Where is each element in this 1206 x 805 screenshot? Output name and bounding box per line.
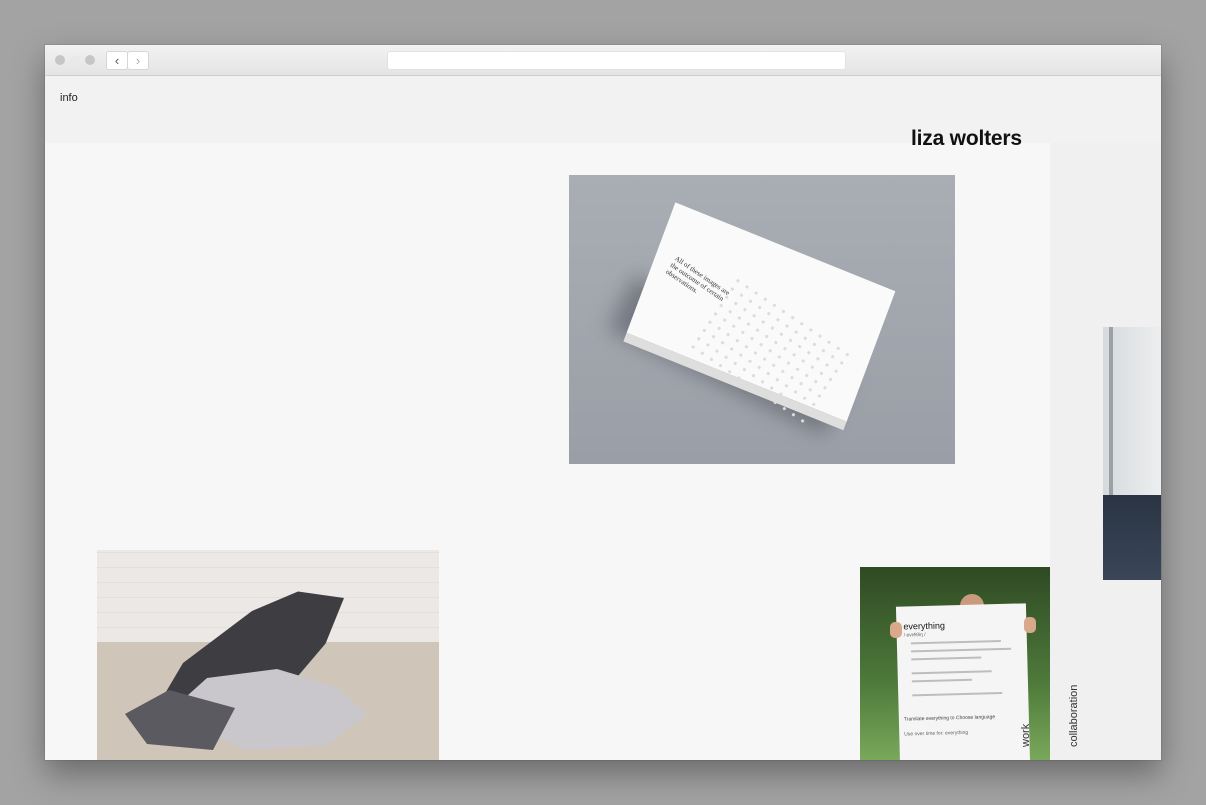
address-bar[interactable]	[387, 51, 846, 70]
right-hand	[1024, 617, 1036, 633]
window-frame	[1109, 327, 1113, 495]
book-photo[interactable]: All of these images are the outcome of c…	[569, 175, 955, 464]
poster-subtitle: / evrēθiŋ /	[903, 631, 926, 639]
interior-photo[interactable]	[1103, 327, 1161, 580]
left-hand	[890, 622, 902, 638]
everything-poster: everything / evrēθiŋ / Translate everyth…	[895, 603, 1031, 760]
room-floor	[1103, 495, 1161, 580]
chevron-right-icon: ›	[135, 53, 141, 68]
info-link[interactable]: info	[60, 92, 78, 104]
poster-use-line: Use over time for: everything	[904, 729, 969, 738]
zoom-window-button[interactable]	[85, 55, 95, 65]
site-title[interactable]: liza wolters	[911, 127, 1022, 151]
close-window-button[interactable]	[55, 55, 65, 65]
browser-window: ‹ › info liza wolters All of these image…	[45, 45, 1161, 760]
nav-collaboration[interactable]: collaboration	[1068, 685, 1080, 747]
forward-button[interactable]: ›	[127, 51, 149, 70]
browser-toolbar: ‹ ›	[45, 45, 1161, 76]
poster-title: everything	[903, 620, 946, 632]
poster-translate-line: Translate everything to Choose language	[903, 714, 996, 723]
back-button[interactable]: ‹	[106, 51, 128, 70]
minimize-window-button[interactable]	[70, 55, 80, 65]
nav-work[interactable]: work	[1020, 724, 1032, 747]
chevron-left-icon: ‹	[114, 53, 120, 68]
sculpture-photo[interactable]	[97, 550, 439, 760]
